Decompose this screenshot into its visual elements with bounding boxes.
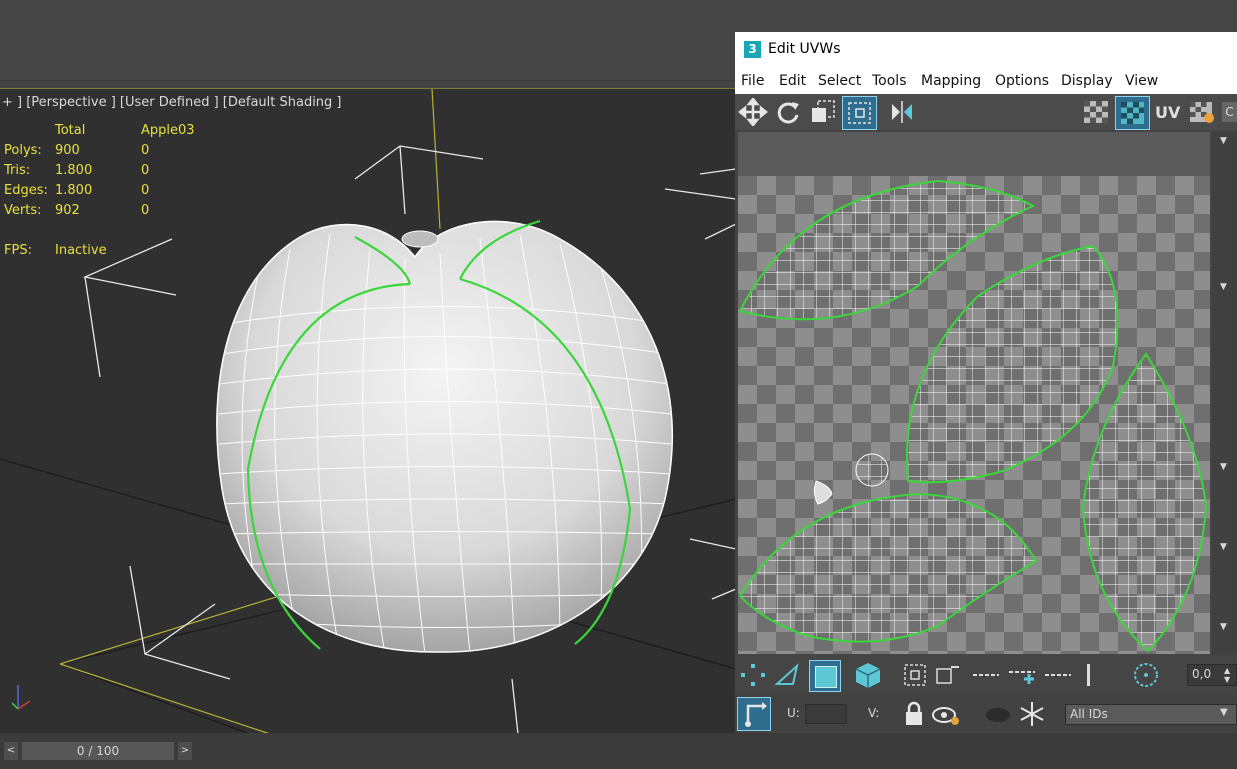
time-slider[interactable]: 0 / 100 [22,742,174,760]
uvw-canvas-header [738,132,1210,176]
stats-verts-object: 0 [141,203,150,218]
edge-select-icon[interactable] [773,662,801,688]
uvw-toolbar: UV C [735,94,1237,130]
viewport-scene [0,89,736,734]
show-hidden-icon[interactable] [931,704,961,726]
menu-view[interactable]: View [1125,73,1158,89]
time-slider-bar: < 0 / 100 > [0,733,1237,769]
scale-icon[interactable] [808,98,838,126]
menu-options[interactable]: Options [995,73,1049,89]
rollout-arrow-1-icon[interactable]: ▼ [1220,136,1227,146]
face-select-icon [815,666,837,688]
rollout-arrow-4-icon[interactable]: ▼ [1220,542,1227,552]
menu-display[interactable]: Display [1061,73,1113,89]
stats-tris-total: 1.800 [55,163,93,178]
lock-icon[interactable] [903,700,925,728]
axis-tripod [11,685,31,710]
spinner-arrows-icon[interactable]: ▲ ▼ [1224,666,1230,684]
u-label: U: [787,706,800,720]
stats-tris-object: 0 [141,163,150,178]
stats-tris-label: Tris: [4,163,31,178]
menu-edit[interactable]: Edit [779,73,806,89]
uvw-side-panel: ▼ ▼ ▼ ▼ ▼ [1212,132,1237,654]
uv-island-4[interactable] [738,492,1038,643]
rollout-arrow-3-icon[interactable]: ▼ [1220,462,1227,472]
menu-bar: File Edit Select Tools Mapping Options D… [735,68,1237,94]
stats-polys-object: 0 [141,143,150,158]
stats-edges-label: Edges: [4,183,48,198]
element-select-icon[interactable] [853,661,883,689]
absolute-mode-icon [745,702,767,727]
soft-select-icon[interactable] [1131,661,1161,689]
uv-islands [738,179,1208,653]
falloff-spinner[interactable]: 0,0 ▲ ▼ [1187,664,1237,686]
freeform-button[interactable] [842,96,877,130]
shrink-selection-icon[interactable] [933,661,963,689]
ids-dropdown-value: All IDs [1070,707,1108,721]
app-logo-icon: 3 [744,41,761,58]
falloff-spinner-value: 0,0 [1192,667,1212,681]
rollout-arrow-2-icon[interactable]: ▼ [1220,282,1227,292]
fps-label: FPS: [4,243,32,258]
texture-settings-icon[interactable] [1187,98,1217,126]
uv-cut-button[interactable]: C [1222,102,1237,122]
menu-select[interactable]: Select [818,73,861,89]
u-field[interactable] [805,704,847,724]
move-icon[interactable] [738,98,768,126]
stats-edges-object: 0 [141,183,150,198]
uv-editor-canvas[interactable] [738,176,1210,654]
freeze-icon[interactable] [1017,700,1047,728]
uv-island-small-round[interactable] [855,453,889,487]
ids-dropdown[interactable]: All IDs ▼ [1065,704,1237,725]
prev-frame-button[interactable]: < [4,742,18,760]
face-select-button[interactable] [809,660,841,692]
edit-uvws-window: 3 Edit UVWs File Edit Select Tools Mappi… [735,32,1237,733]
apple-mesh[interactable] [216,219,673,654]
uvw-bottom-toolbar: 0,0 ▲ ▼ [735,656,1237,694]
hide-icon[interactable] [983,704,1013,726]
stats-verts-label: Verts: [4,203,42,218]
uv-space-label[interactable]: UV [1155,103,1180,122]
mirror-icon[interactable] [887,98,917,126]
stats-header-total: Total [55,123,86,138]
loop-select-icon[interactable] [971,666,1001,684]
vertex-select-icon[interactable] [739,662,767,688]
grow-selection-icon[interactable] [901,661,931,689]
uv-island-2[interactable] [905,244,1119,484]
ring-grow-icon[interactable] [1007,664,1037,686]
menu-mapping[interactable]: Mapping [921,73,981,89]
absolute-mode-button[interactable] [737,697,771,731]
uvw-status-bar: U: V: All IDs ▼ [735,694,1237,733]
menu-file[interactable]: File [741,73,764,89]
menu-tools[interactable]: Tools [872,73,907,89]
chevron-down-icon: ▼ [1220,707,1228,718]
fps-value: Inactive [55,243,107,258]
v-label: V: [868,706,880,720]
stats-edges-total: 1.800 [55,183,93,198]
uv-island-3[interactable] [1081,352,1208,653]
window-title: Edit UVWs [768,41,841,57]
perspective-viewport[interactable]: + ] [Perspective ] [User Defined ] [Defa… [0,88,736,734]
rotate-icon[interactable] [773,98,803,126]
next-frame-button[interactable]: > [178,742,192,760]
viewport-label-menu[interactable]: + ] [Perspective ] [User Defined ] [Defa… [2,95,342,110]
show-map-button[interactable] [1115,96,1150,130]
window-titlebar[interactable]: 3 Edit UVWs [735,32,1237,68]
separator-bar [1087,664,1090,686]
stats-polys-label: Polys: [4,143,42,158]
uv-island-small-cap[interactable] [813,480,833,505]
checker-pattern-icon[interactable] [1081,98,1111,126]
rollout-arrow-5-icon[interactable]: ▼ [1220,622,1227,632]
show-map-icon [1121,102,1144,124]
ring-shrink-icon[interactable] [1043,666,1073,684]
stats-verts-total: 902 [55,203,80,218]
stats-polys-total: 900 [55,143,80,158]
stats-header-object: Apple03 [141,123,195,138]
freeform-icon [848,102,871,124]
